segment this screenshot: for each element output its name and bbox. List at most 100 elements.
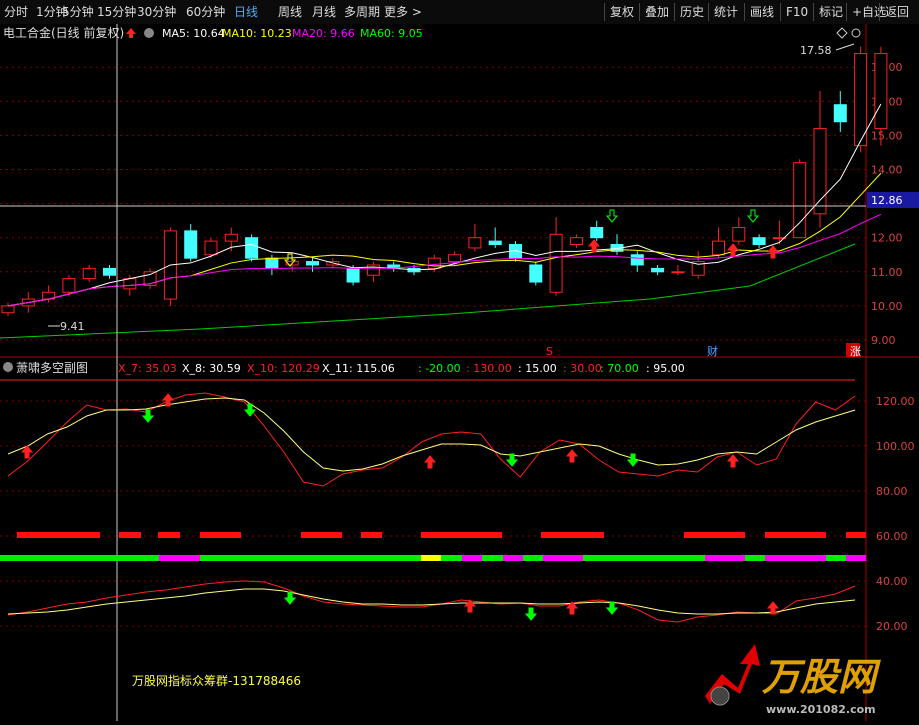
candle-body <box>224 233 238 242</box>
candle-body <box>123 278 137 290</box>
trend-band-segment <box>158 532 180 538</box>
trend-band-segment <box>361 532 382 538</box>
trend-band-segment <box>119 532 141 538</box>
ma-legend-3: MA60: 9.05 <box>360 27 423 40</box>
period-tab-5[interactable]: 60分钟 <box>186 0 225 24</box>
candle-body <box>854 53 868 147</box>
sub-legend-8: : 70.00 <box>600 362 639 375</box>
signal-strip-segment <box>826 555 846 561</box>
trend-band-segment <box>200 532 241 538</box>
trend-band-segment <box>765 532 826 538</box>
candle-body <box>62 278 76 293</box>
sub-tick: 20.00 <box>876 620 908 633</box>
ma-legend-2: MA20: 9.66 <box>292 27 355 40</box>
candle-body <box>874 53 888 130</box>
logo-text: 万股网 <box>762 655 881 699</box>
sub-legend-7: : 30.00 <box>563 362 602 375</box>
price-tick: 12.00 <box>871 232 903 245</box>
trend-band-segment <box>541 532 604 538</box>
candle-body <box>265 257 279 269</box>
sub-tick: 80.00 <box>876 485 908 498</box>
ma-legend-1: MA10: 10.23 <box>222 27 292 40</box>
dropdown-icon <box>3 362 13 372</box>
trend-band-segment <box>301 532 342 538</box>
candle-body <box>204 240 218 256</box>
candle-body <box>569 237 583 246</box>
sub-legend-5: : 130.00 <box>466 362 512 375</box>
candle-body <box>752 237 766 246</box>
candle-body <box>549 233 563 293</box>
candle-body <box>82 267 96 280</box>
candle-body <box>813 128 827 215</box>
candle-body <box>630 254 644 266</box>
signal-strip-segment <box>765 555 826 561</box>
signal-strip-segment <box>159 555 200 561</box>
candle-body <box>1 305 15 314</box>
toolbar-button-6[interactable]: 标记 <box>813 3 848 21</box>
sub-legend-6: : 15.00 <box>518 362 557 375</box>
candle-body <box>712 240 725 256</box>
period-tab-4[interactable]: 30分钟 <box>137 0 176 24</box>
price-tick: 11.00 <box>871 266 903 279</box>
candle-body <box>184 230 198 259</box>
sub-legend-3: X_11: 115.06 <box>322 362 395 375</box>
marker-1: 财 <box>707 344 718 358</box>
chart-svg[interactable]: 17.0016.0015.0014.0013.0012.0011.0010.00… <box>0 24 919 721</box>
toolbar-button-4[interactable]: 画线 <box>744 3 779 21</box>
watermark-text: 万股网指标众筹群-131788466 <box>132 673 301 688</box>
sub-chart-title: 萧啸多空副图 <box>16 361 88 375</box>
ma-legend-0: MA5: 10.64 <box>162 27 225 40</box>
candle-body <box>346 267 360 283</box>
marker-2: 涨 <box>850 345 861 358</box>
toolbar-button-0[interactable]: 复权 <box>604 3 639 21</box>
marker-0: S <box>546 345 553 358</box>
signal-strip-segment <box>0 555 159 561</box>
trend-band-segment <box>17 532 100 538</box>
high-label: 17.58 <box>800 44 832 57</box>
signal-strip-segment <box>503 555 523 561</box>
period-toolbar: 分时 1分钟 5分钟 15分钟 30分钟 60分钟 日线 周线 月线 多周期 更多 > 复权 叠加 历史统… <box>0 0 919 25</box>
price-tick: 9.00 <box>871 334 896 347</box>
sub-legend-9: : 95.00 <box>646 362 685 375</box>
period-tab-8[interactable]: 月线 <box>312 0 336 24</box>
toolbar-button-8[interactable]: 返回 <box>879 3 914 21</box>
trend-band-segment <box>421 532 502 538</box>
signal-strip-segment <box>705 555 745 561</box>
signal-strip-segment <box>200 555 421 561</box>
price-tick: 15.00 <box>871 129 903 142</box>
candle-body <box>103 267 116 276</box>
sub-tick: 40.00 <box>876 575 908 588</box>
stock-title: 电工合金(日线 前复权) <box>3 25 124 40</box>
sub-legend-0: X_7: 35.03 <box>118 362 177 375</box>
candle-body <box>468 237 482 249</box>
candle-body <box>833 104 847 123</box>
sub-tick: 100.00 <box>876 440 915 453</box>
toolbar-button-1[interactable]: 叠加 <box>639 3 674 21</box>
period-tab-10[interactable]: 更多 > <box>384 0 422 24</box>
signal-strip-segment <box>523 555 543 561</box>
candle-body <box>448 254 462 263</box>
candle-body <box>529 264 543 283</box>
toolbar-button-2[interactable]: 历史 <box>674 3 709 21</box>
toolbar-button-3[interactable]: 统计 <box>708 3 743 21</box>
period-tab-2[interactable]: 5分钟 <box>62 0 94 24</box>
signal-strip-segment <box>421 555 441 561</box>
period-tab-0[interactable]: 分时 <box>4 0 28 24</box>
period-tab-9[interactable]: 多周期 <box>344 0 380 24</box>
period-tab-3[interactable]: 15分钟 <box>97 0 136 24</box>
signal-strip-segment <box>441 555 462 561</box>
price-tick: 10.00 <box>871 300 903 313</box>
low-label: 9.41 <box>60 320 85 333</box>
candle-body <box>306 261 319 266</box>
signal-strip-segment <box>462 555 482 561</box>
period-tab-7[interactable]: 周线 <box>278 0 302 24</box>
logo-url: www.201082.com <box>766 703 876 716</box>
trend-band-segment <box>846 532 866 538</box>
crosshair-price: 12.86 <box>871 194 903 207</box>
period-tab-6[interactable]: 日线 <box>234 0 258 24</box>
signal-strip-segment <box>583 555 705 561</box>
candle-body <box>671 271 685 274</box>
candle-body <box>590 226 604 239</box>
chart-area[interactable]: 17.0016.0015.0014.0013.0012.0011.0010.00… <box>0 24 919 721</box>
toolbar-button-5[interactable]: F10 <box>780 3 813 21</box>
